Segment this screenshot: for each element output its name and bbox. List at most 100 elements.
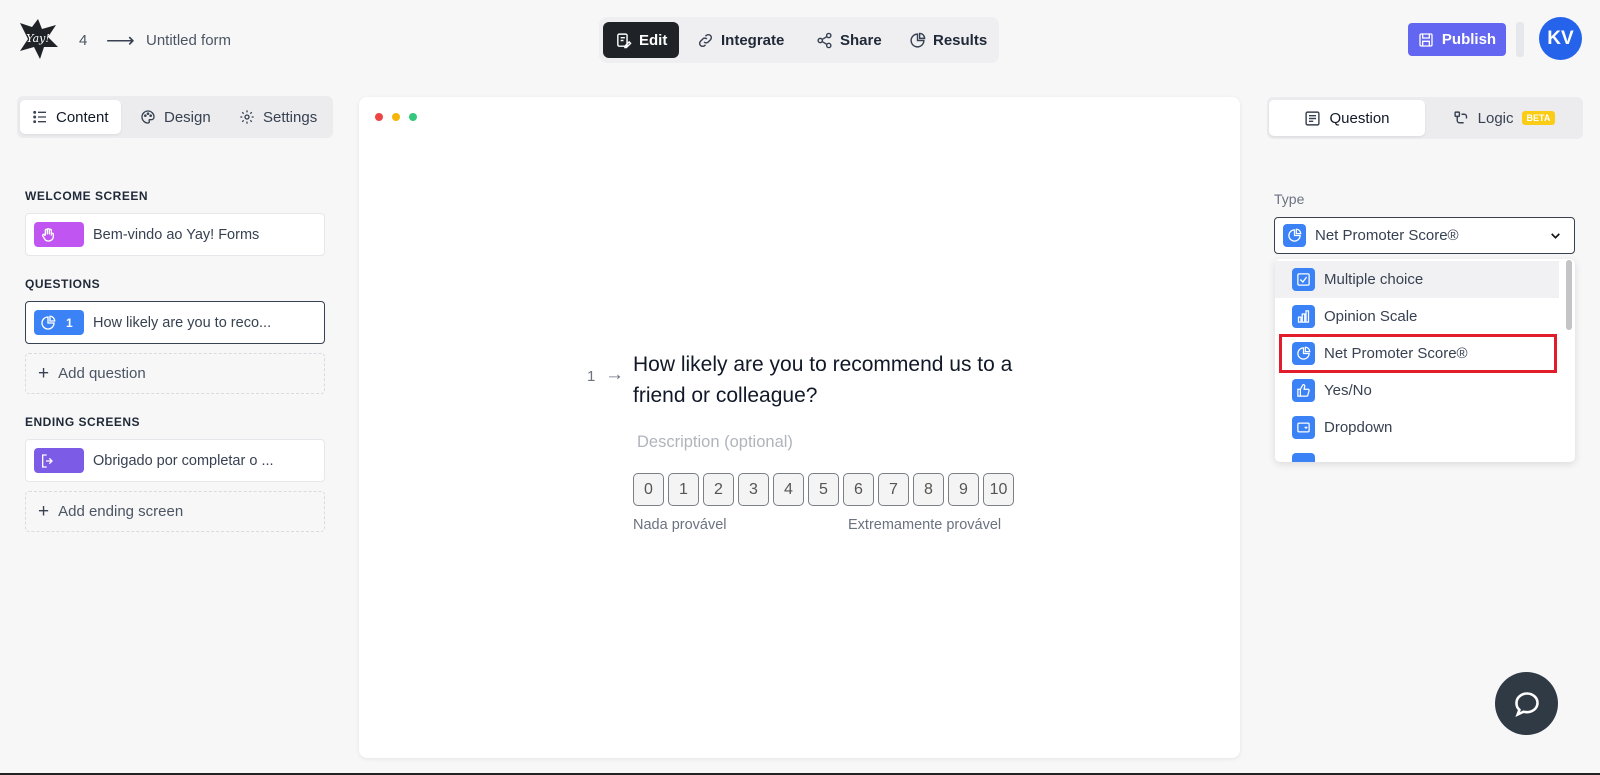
scale-option[interactable]: 4 bbox=[773, 473, 804, 506]
welcome-section-label: WELCOME SCREEN bbox=[25, 189, 149, 203]
tab-share[interactable]: Share bbox=[804, 22, 894, 58]
plus-icon: + bbox=[38, 500, 50, 522]
palette-icon bbox=[141, 110, 155, 124]
link-icon bbox=[698, 33, 713, 47]
chart-icon bbox=[910, 32, 926, 48]
add-question-button[interactable]: + Add question bbox=[25, 353, 325, 394]
tab-design[interactable]: Design bbox=[128, 100, 223, 134]
type-select-icon bbox=[1283, 224, 1306, 247]
window-dot-green bbox=[409, 113, 417, 121]
dropdown-option-label: Multiple choice bbox=[1324, 271, 1424, 288]
type-option-icon bbox=[1292, 453, 1315, 462]
ending-screen-item[interactable]: Obrigado por completar o ... bbox=[25, 439, 325, 482]
welcome-screen-item[interactable]: Bem-vindo ao Yay! Forms bbox=[25, 213, 325, 256]
tab-content[interactable]: Content bbox=[20, 100, 121, 134]
type-select[interactable]: Net Promoter Score® bbox=[1274, 217, 1575, 254]
right-panel-tabs: Question Logic BETA bbox=[1267, 97, 1583, 139]
dropdown-option-label: Yes/No bbox=[1324, 382, 1372, 399]
logic-icon bbox=[1454, 110, 1467, 123]
scale-option[interactable]: 2 bbox=[703, 473, 734, 506]
questions-section-label: QUESTIONS bbox=[25, 277, 101, 291]
yay-logo[interactable]: Yay! bbox=[16, 17, 60, 61]
top-bar: Yay! 4 ⟶ Untitled form Edit Integrate Sh… bbox=[0, 0, 1600, 80]
scale-high-label[interactable]: Extremamente provável bbox=[848, 517, 1001, 533]
window-dot-red bbox=[375, 113, 383, 121]
tab-question[interactable]: Question bbox=[1269, 100, 1425, 136]
tab-logic[interactable]: Logic BETA bbox=[1427, 100, 1581, 136]
tab-edit[interactable]: Edit bbox=[603, 22, 680, 58]
header-divider bbox=[1516, 22, 1524, 57]
scale-option[interactable]: 3 bbox=[738, 473, 769, 506]
thumbs-up-icon bbox=[1297, 384, 1310, 397]
type-option-icon bbox=[1292, 416, 1315, 439]
gear-icon bbox=[240, 110, 254, 124]
window-dot-yellow bbox=[392, 113, 400, 121]
scale-option[interactable]: 8 bbox=[913, 473, 944, 506]
type-select-value: Net Promoter Score® bbox=[1315, 227, 1459, 244]
breadcrumb-arrow: ⟶ bbox=[106, 30, 135, 52]
dropdown-icon bbox=[1297, 422, 1310, 433]
question-number-label: 1 bbox=[587, 368, 596, 385]
scale-option[interactable]: 1 bbox=[668, 473, 699, 506]
dropdown-option-label: Dropdown bbox=[1324, 419, 1393, 436]
type-option-icon bbox=[1292, 305, 1315, 328]
svg-text:Yay!: Yay! bbox=[26, 32, 50, 45]
type-dropdown: Multiple choice Opinion Scale Net Promot… bbox=[1275, 259, 1575, 462]
scale-option[interactable]: 10 bbox=[983, 473, 1014, 506]
add-question-label: Add question bbox=[58, 365, 146, 382]
scale-low-label[interactable]: Nada provável bbox=[633, 517, 727, 533]
plus-icon: + bbox=[38, 362, 50, 384]
dropdown-option-label: Opinion Scale bbox=[1324, 308, 1418, 325]
welcome-badge bbox=[34, 222, 84, 247]
question-badge: 1 bbox=[34, 310, 84, 335]
description-input[interactable]: Description (optional) bbox=[637, 433, 793, 452]
tab-integrate[interactable]: Integrate bbox=[685, 22, 796, 58]
dropdown-option-dropdown[interactable]: Dropdown bbox=[1275, 409, 1559, 446]
nps-icon bbox=[1288, 228, 1302, 242]
scale-option[interactable]: 6 bbox=[843, 473, 874, 506]
bars-icon bbox=[1297, 310, 1310, 323]
dropdown-option-opinion-scale[interactable]: Opinion Scale bbox=[1275, 298, 1559, 335]
add-ending-label: Add ending screen bbox=[58, 503, 184, 520]
tab-results-label: Results bbox=[933, 31, 988, 49]
tab-question-label: Question bbox=[1329, 109, 1390, 127]
tab-settings-label: Settings bbox=[263, 108, 318, 126]
question-title[interactable]: How likely are you to recommend us to a … bbox=[633, 349, 1013, 411]
dropdown-option-yes-no[interactable]: Yes/No bbox=[1275, 372, 1559, 409]
tab-results[interactable]: Results bbox=[897, 22, 999, 58]
main-nav: Edit Integrate Share Results bbox=[599, 17, 999, 63]
question-item-text: How likely are you to reco... bbox=[93, 314, 272, 331]
tab-content-label: Content bbox=[56, 108, 109, 126]
dropdown-option-multiple-choice[interactable]: Multiple choice bbox=[1275, 261, 1559, 298]
form-number: 4 bbox=[79, 32, 88, 49]
type-option-icon bbox=[1292, 268, 1315, 291]
ending-badge bbox=[34, 448, 84, 473]
question-number: 1 bbox=[66, 315, 73, 330]
scale-option[interactable]: 9 bbox=[948, 473, 979, 506]
add-ending-button[interactable]: + Add ending screen bbox=[25, 491, 325, 532]
left-panel-tabs: Content Design Settings bbox=[17, 96, 333, 138]
hand-icon bbox=[41, 227, 54, 242]
tab-edit-label: Edit bbox=[639, 31, 668, 49]
scale-option[interactable]: 5 bbox=[808, 473, 839, 506]
chat-button[interactable] bbox=[1495, 672, 1558, 735]
scale-option[interactable]: 7 bbox=[878, 473, 909, 506]
save-icon bbox=[1419, 32, 1433, 47]
avatar[interactable]: KV bbox=[1539, 17, 1582, 60]
tab-settings[interactable]: Settings bbox=[227, 100, 329, 134]
dropdown-option-partial[interactable] bbox=[1275, 446, 1559, 462]
publish-label: Publish bbox=[1441, 31, 1497, 48]
welcome-item-text: Bem-vindo ao Yay! Forms bbox=[93, 226, 260, 243]
question-item[interactable]: 1 How likely are you to reco... bbox=[25, 301, 325, 344]
publish-button[interactable]: Publish bbox=[1408, 23, 1506, 56]
sliders-icon bbox=[1305, 110, 1321, 126]
edit-icon bbox=[617, 32, 632, 48]
scale-option[interactable]: 0 bbox=[633, 473, 664, 506]
type-label: Type bbox=[1274, 191, 1305, 207]
form-title[interactable]: Untitled form bbox=[146, 32, 231, 49]
ending-item-text: Obrigado por completar o ... bbox=[93, 452, 274, 469]
tab-design-label: Design bbox=[164, 108, 211, 126]
beta-badge: BETA bbox=[1521, 111, 1556, 125]
checkbox-icon bbox=[1297, 273, 1310, 286]
dropdown-scrollbar[interactable] bbox=[1566, 260, 1572, 330]
